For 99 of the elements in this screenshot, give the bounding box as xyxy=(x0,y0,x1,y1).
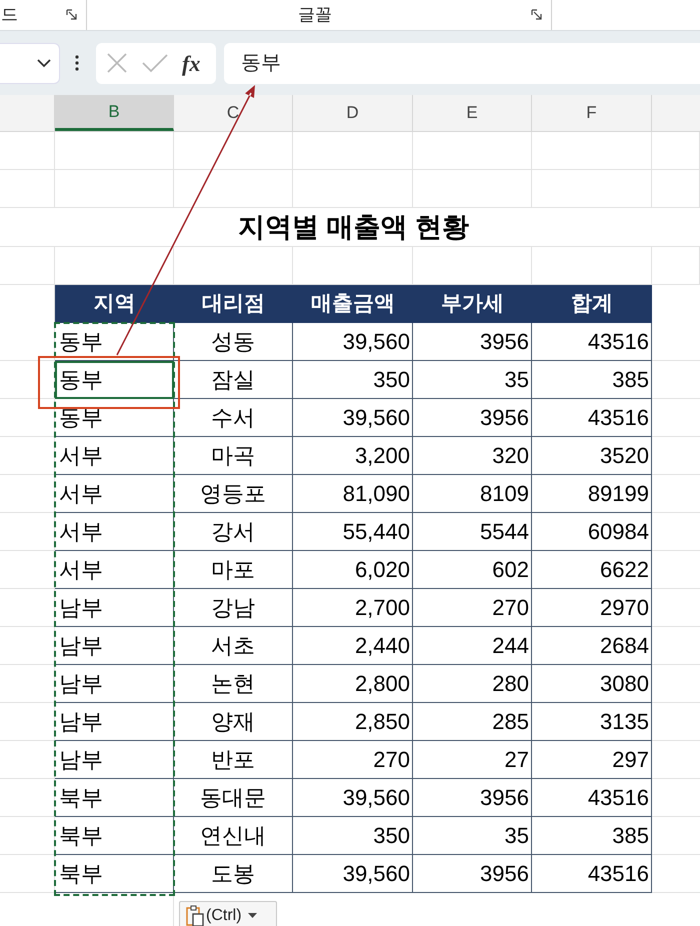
table-cell: 385 xyxy=(532,361,652,399)
table-cell: 3080 xyxy=(532,665,652,703)
table-cell: 2,850 xyxy=(293,703,413,741)
table-cell: 244 xyxy=(413,627,532,665)
table-cell: 43516 xyxy=(532,399,652,437)
table-cell: 남부 xyxy=(55,665,174,703)
cancel-icon[interactable] xyxy=(106,52,128,74)
sheet-title: 지역별 매출액 현황 xyxy=(238,212,469,242)
table-cell: 서초 xyxy=(174,627,293,665)
table-cell: 55,440 xyxy=(293,513,413,551)
column-header[interactable]: B xyxy=(55,95,174,131)
formula-input-field[interactable]: 동부 xyxy=(224,42,700,84)
table-cell: 영등포 xyxy=(174,475,293,513)
table-cell: 동부 xyxy=(55,361,174,399)
table-cell: 27 xyxy=(413,741,532,779)
table-cell: 89199 xyxy=(532,475,652,513)
table-cell: 마곡 xyxy=(174,437,293,475)
table-cell: 385 xyxy=(532,817,652,855)
column-heading-cell: 대리점 xyxy=(174,285,293,323)
table-cell: 8109 xyxy=(413,475,532,513)
table-cell: 280 xyxy=(413,665,532,703)
table-cell: 320 xyxy=(413,437,532,475)
table-cell: 43516 xyxy=(532,855,652,893)
column-header[interactable]: E xyxy=(413,95,532,131)
table-cell: 강남 xyxy=(174,589,293,627)
table-cell: 논현 xyxy=(174,665,293,703)
table-cell: 270 xyxy=(413,589,532,627)
dialog-launcher-icon[interactable] xyxy=(531,9,543,21)
table-cell: 39,560 xyxy=(293,399,413,437)
column-header[interactable]: F xyxy=(532,95,652,131)
table-cell: 도봉 xyxy=(174,855,293,893)
chevron-down-icon xyxy=(37,58,51,68)
table-cell: 서부 xyxy=(55,437,174,475)
table-cell: 3135 xyxy=(532,703,652,741)
table-cell: 350 xyxy=(293,817,413,855)
table-cell: 3956 xyxy=(413,323,532,361)
table-cell: 강서 xyxy=(174,513,293,551)
table-cell: 39,560 xyxy=(293,779,413,817)
table-cell: 2,800 xyxy=(293,665,413,703)
table-cell: 북부 xyxy=(55,779,174,817)
table-cell: 동대문 xyxy=(174,779,293,817)
table-cell: 3956 xyxy=(413,399,532,437)
paste-options-button[interactable]: (Ctrl) xyxy=(179,901,277,926)
table-cell: 35 xyxy=(413,361,532,399)
table-cell: 285 xyxy=(413,703,532,741)
table-cell: 성동 xyxy=(174,323,293,361)
table-cell: 남부 xyxy=(55,627,174,665)
ribbon-group-label: 드 xyxy=(1,4,18,26)
table-cell: 서부 xyxy=(55,475,174,513)
table-cell: 동부 xyxy=(55,399,174,437)
table-cell: 43516 xyxy=(532,323,652,361)
table-cell: 81,090 xyxy=(293,475,413,513)
table-cell: 270 xyxy=(293,741,413,779)
table-cell: 서부 xyxy=(55,513,174,551)
table-cell: 3956 xyxy=(413,855,532,893)
table-cell: 마포 xyxy=(174,551,293,589)
table-cell: 북부 xyxy=(55,855,174,893)
table-cell: 수서 xyxy=(174,399,293,437)
table-cell: 35 xyxy=(413,817,532,855)
ribbon-group-label: 글꼴 xyxy=(298,4,332,26)
table-cell: 남부 xyxy=(55,589,174,627)
table-cell: 350 xyxy=(293,361,413,399)
table-cell: 반포 xyxy=(174,741,293,779)
table-cell: 39,560 xyxy=(293,323,413,361)
name-box[interactable] xyxy=(0,42,60,84)
table-cell: 2684 xyxy=(532,627,652,665)
insert-function-icon[interactable]: fx xyxy=(182,46,200,80)
table-cell: 60984 xyxy=(532,513,652,551)
table-cell: 3,200 xyxy=(293,437,413,475)
table-cell: 602 xyxy=(413,551,532,589)
table-cell: 남부 xyxy=(55,703,174,741)
dropdown-icon xyxy=(248,913,257,919)
table-cell: 5544 xyxy=(413,513,532,551)
column-heading-cell: 합계 xyxy=(532,285,652,323)
column-heading-cell: 지역 xyxy=(55,285,174,323)
paste-options-label: (Ctrl) xyxy=(206,906,242,926)
table-cell: 서부 xyxy=(55,551,174,589)
check-icon[interactable] xyxy=(142,53,168,73)
table-cell: 3520 xyxy=(532,437,652,475)
table-cell: 2970 xyxy=(532,589,652,627)
column-heading-cell: 부가세 xyxy=(413,285,532,323)
table-cell: 6,020 xyxy=(293,551,413,589)
table-cell: 6622 xyxy=(532,551,652,589)
table-cell: 39,560 xyxy=(293,855,413,893)
table-cell: 북부 xyxy=(55,817,174,855)
clipboard-icon xyxy=(186,905,204,926)
table-cell: 2,440 xyxy=(293,627,413,665)
table-cell: 297 xyxy=(532,741,652,779)
table-cell: 잠실 xyxy=(174,361,293,399)
table-cell: 3956 xyxy=(413,779,532,817)
table-cell: 연신내 xyxy=(174,817,293,855)
more-options-icon[interactable] xyxy=(75,55,79,71)
dialog-launcher-icon[interactable] xyxy=(66,9,78,21)
table-cell: 2,700 xyxy=(293,589,413,627)
column-header[interactable]: D xyxy=(293,95,413,131)
table-cell: 43516 xyxy=(532,779,652,817)
table-cell: 양재 xyxy=(174,703,293,741)
table-cell: 남부 xyxy=(55,741,174,779)
column-heading-cell: 매출금액 xyxy=(293,285,413,323)
